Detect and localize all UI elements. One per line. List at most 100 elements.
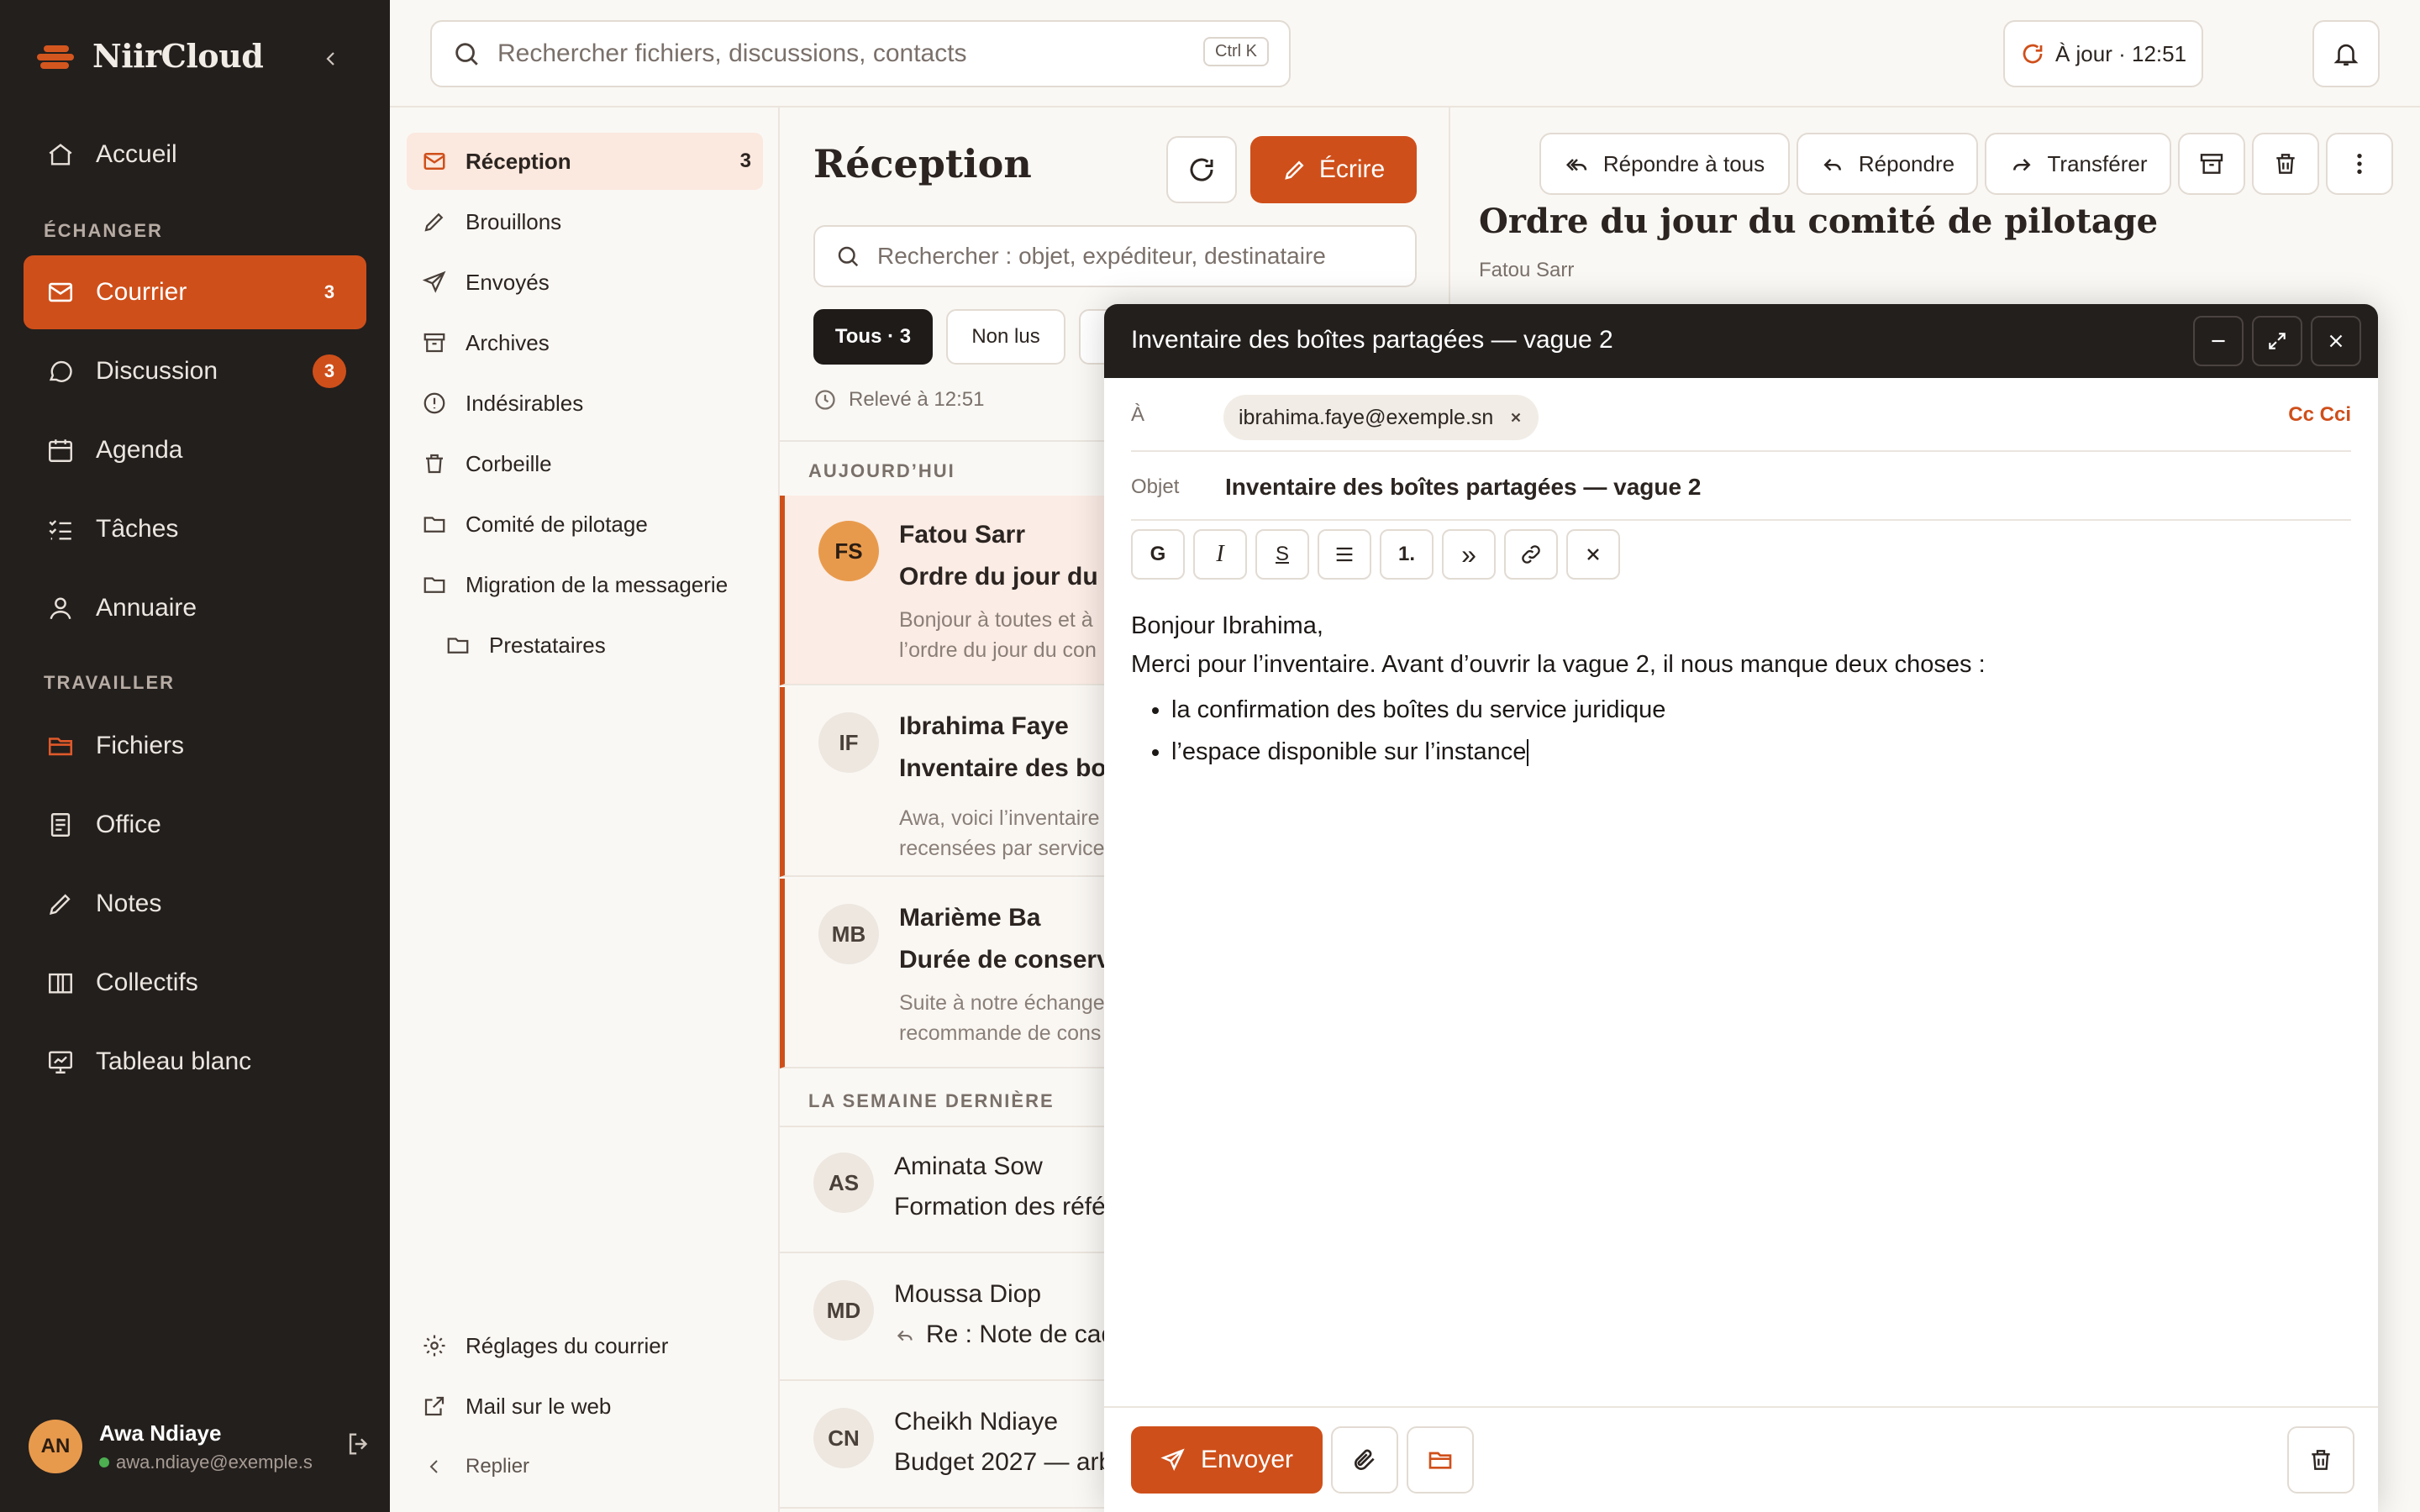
fold-panel-button[interactable]: Replier [407,1438,763,1495]
compose-button[interactable]: Écrire [1250,136,1417,203]
sidebar-item-annuaire[interactable]: Annuaire [24,571,366,645]
online-status-icon [99,1457,109,1467]
reply-button[interactable]: Répondre [1797,133,1978,195]
folder-prestataires[interactable]: Prestataires [430,617,763,674]
folder-icon [44,729,77,763]
minimize-button[interactable] [2193,316,2244,366]
trash-icon [2312,1450,2330,1470]
folder-migration[interactable]: Migration de la messagerie [407,556,763,613]
sidebar-item-label: Courrier [96,278,187,306]
external-link-icon [420,1392,449,1420]
notifications-button[interactable] [2312,20,2380,87]
clock-icon [815,390,835,410]
expand-icon [2269,333,2286,349]
collapse-sidebar-button[interactable] [314,42,348,76]
reply-label: Répondre [1858,150,1955,176]
folder-comite-de-pilotage[interactable]: Comité de pilotage [407,496,763,553]
calendar-icon [44,433,77,467]
brand[interactable]: NiirCloud [37,30,264,81]
quote-button[interactable]: » [1442,529,1496,580]
cc-bcc-button[interactable]: Cc Cci [2288,403,2351,427]
message-from: Fatou Sarr [1479,259,1575,281]
numbered-list-button[interactable]: 1. [1380,529,1434,580]
chevron-left-icon [326,52,334,66]
folder-label: Indésirables [466,390,584,416]
filter-unread[interactable]: Non lus [946,309,1065,365]
attach-button[interactable] [1331,1426,1398,1494]
group-today: AUJOURD’HUI [808,460,955,481]
sidebar-item-office[interactable]: Office [24,788,366,862]
more-button[interactable] [2326,133,2393,195]
global-search[interactable]: Rechercher fichiers, discussions, contac… [430,20,1291,87]
sidebar-item-notes[interactable]: Notes [24,867,366,941]
mail-search[interactable]: Rechercher : objet, expéditeur, destinat… [813,225,1417,287]
sidebar-item-tableau-blanc[interactable]: Tableau blanc [24,1025,366,1099]
close-icon [1587,549,1599,560]
webmail-link[interactable]: Mail sur le web [407,1378,763,1435]
trash-icon [420,449,449,478]
sidebar-item-courrier[interactable]: Courrier 3 [24,255,366,329]
folder-envoyes[interactable]: Envoyés [407,254,763,311]
folder-indesirables[interactable]: Indésirables [407,375,763,432]
subject-field[interactable]: Inventaire des boîtes partagées — vague … [1225,474,1701,501]
discard-draft-button[interactable] [2287,1426,2354,1494]
folder-corbeille[interactable]: Corbeille [407,435,763,492]
folder-brouillons[interactable]: Brouillons [407,193,763,250]
archive-button[interactable] [2178,133,2245,195]
gear-icon [420,1331,449,1360]
send-button[interactable]: Envoyer [1131,1426,1323,1494]
reply-icon [1823,159,1841,171]
sidebar-item-fichiers[interactable]: Fichiers [24,709,366,783]
user-profile[interactable]: AN Awa Ndiaye awa.ndiaye@exemple.s [29,1420,373,1473]
sidebar-item-label: Tâches [96,515,179,543]
message-body-editor[interactable]: Bonjour Ibrahima, Merci pour l’inventair… [1131,606,2351,773]
reply-icon [897,1330,913,1341]
remove-recipient-icon[interactable] [1508,410,1523,425]
delete-button[interactable] [2252,133,2319,195]
compose-title: Inventaire des boîtes partagées — vague … [1131,326,1613,354]
bold-button[interactable]: G [1131,529,1185,580]
tasks-icon [44,512,77,546]
sync-status-button[interactable]: À jour · 12:51 [2003,20,2203,87]
expand-button[interactable] [2252,316,2302,366]
filter-all[interactable]: Tous · 3 [813,309,933,365]
bullet-list-button[interactable] [1318,529,1371,580]
close-button[interactable] [2311,316,2361,366]
brand-name: NiirCloud [92,36,264,75]
forward-button[interactable]: Transférer [1985,133,2171,195]
list-item: la confirmation des boîtes du service ju… [1171,689,2351,731]
sidebar-item-collectifs[interactable]: Collectifs [24,946,366,1020]
sidebar-item-agenda[interactable]: Agenda [24,413,366,487]
archive-icon [420,328,449,357]
message-sender: Ibrahima Faye [899,712,1069,740]
sidebar-item-label: Office [96,811,161,838]
webmail-label: Mail sur le web [466,1393,612,1419]
logout-button[interactable] [345,1430,373,1458]
mail-search-input[interactable]: Rechercher : objet, expéditeur, destinat… [877,243,1326,270]
link-button[interactable] [1504,529,1558,580]
pencil-icon [420,207,449,236]
clear-format-button[interactable] [1566,529,1620,580]
folder-reception[interactable]: Réception 3 [407,133,763,190]
folder-panel: Réception 3 Brouillons Envoyés Archives … [390,108,780,1512]
user-icon [44,591,77,625]
reply-all-button[interactable]: Répondre à tous [1539,133,1790,195]
reply-all-label: Répondre à tous [1602,150,1765,176]
mail-settings-link[interactable]: Réglages du courrier [407,1317,763,1374]
subject-row: Objet Inventaire des boîtes partagées — … [1131,452,2351,521]
sidebar: NiirCloud Accueil ÉCHANGER Courrier 3 Di… [0,0,390,1512]
attach-from-files-button[interactable] [1407,1426,1474,1494]
message-sender: Aminata Sow [894,1152,1043,1180]
refresh-button[interactable] [1166,136,1237,203]
folder-archives[interactable]: Archives [407,314,763,371]
search-icon [455,43,478,66]
italic-button[interactable]: I [1193,529,1247,580]
recipient-chip[interactable]: ibrahima.faye@exemple.sn [1223,395,1539,440]
sidebar-item-taches[interactable]: Tâches [24,492,366,566]
strikethrough-button[interactable]: S [1255,529,1309,580]
sidebar-item-accueil[interactable]: Accueil [24,118,366,192]
forward-icon [2012,159,2031,171]
search-input[interactable]: Rechercher fichiers, discussions, contac… [497,39,967,68]
close-icon [2329,334,2343,348]
sidebar-item-discussion[interactable]: Discussion 3 [24,334,366,408]
